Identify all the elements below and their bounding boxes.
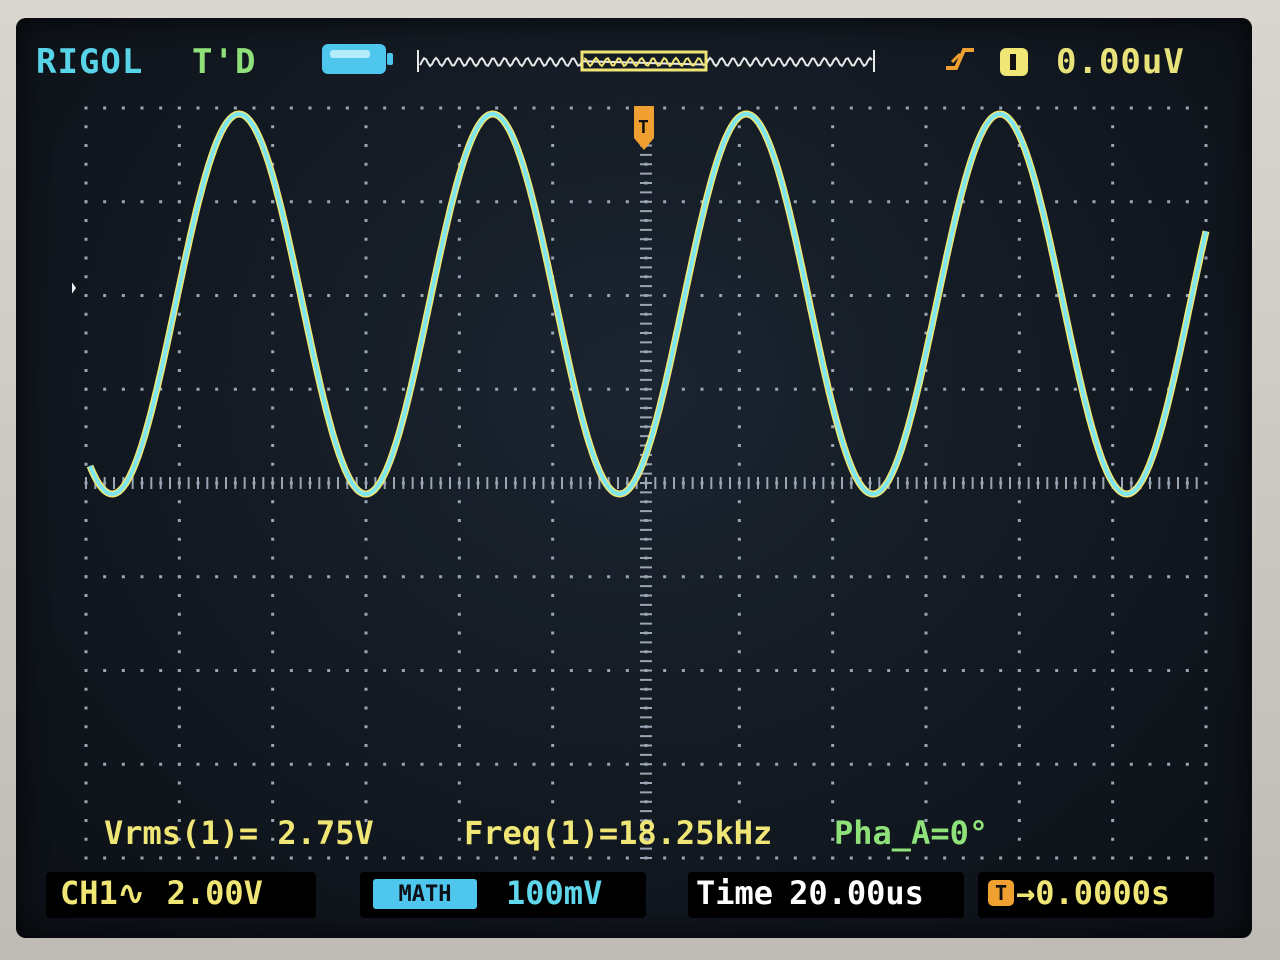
- trigger-position[interactable]: T →0.0000s: [988, 870, 1170, 916]
- ground-marker-icon: [72, 282, 76, 294]
- trigger-position-value: →0.0000s: [1016, 874, 1171, 912]
- vrms-measurement: Vrms(1)= 2.75V: [104, 814, 374, 852]
- ch1-volts-div: 2.00V: [166, 874, 263, 912]
- memory-depth-bar: [416, 46, 876, 76]
- scope-bezel: RIGOL T'D 0.00uV T Vrms(1)= 2.75V Freq(1…: [0, 0, 1280, 960]
- trigger-source-icon: [1000, 48, 1028, 76]
- trigger-position-icon: T: [634, 106, 654, 150]
- trigger-position-small-icon: T: [988, 880, 1014, 906]
- trigger-marker-label: T: [638, 117, 649, 138]
- graticule: T: [72, 98, 1212, 868]
- battery-icon: [322, 44, 393, 74]
- math-channel-icon: MATH: [373, 879, 477, 909]
- scope-screen: RIGOL T'D 0.00uV T Vrms(1)= 2.75V Freq(1…: [16, 18, 1252, 938]
- ch1-scale[interactable]: CH1∿ 2.00V: [60, 870, 263, 916]
- trigger-edge-area: [942, 44, 1042, 78]
- phase-measurement: Pha_A=0°: [834, 814, 989, 852]
- rising-edge-icon: [946, 48, 974, 70]
- trigger-level: 0.00uV: [1056, 42, 1185, 82]
- freq-measurement: Freq(1)=18.25kHz: [464, 814, 773, 852]
- brand-logo: RIGOL: [36, 42, 144, 82]
- timebase[interactable]: Time 20.00us: [696, 870, 924, 916]
- trigger-status: T'D: [192, 42, 257, 82]
- math-scale[interactable]: 100mV: [506, 870, 602, 916]
- time-label: Time: [696, 874, 774, 912]
- time-div: 20.00us: [789, 874, 924, 912]
- ch1-label: CH1∿: [60, 874, 145, 912]
